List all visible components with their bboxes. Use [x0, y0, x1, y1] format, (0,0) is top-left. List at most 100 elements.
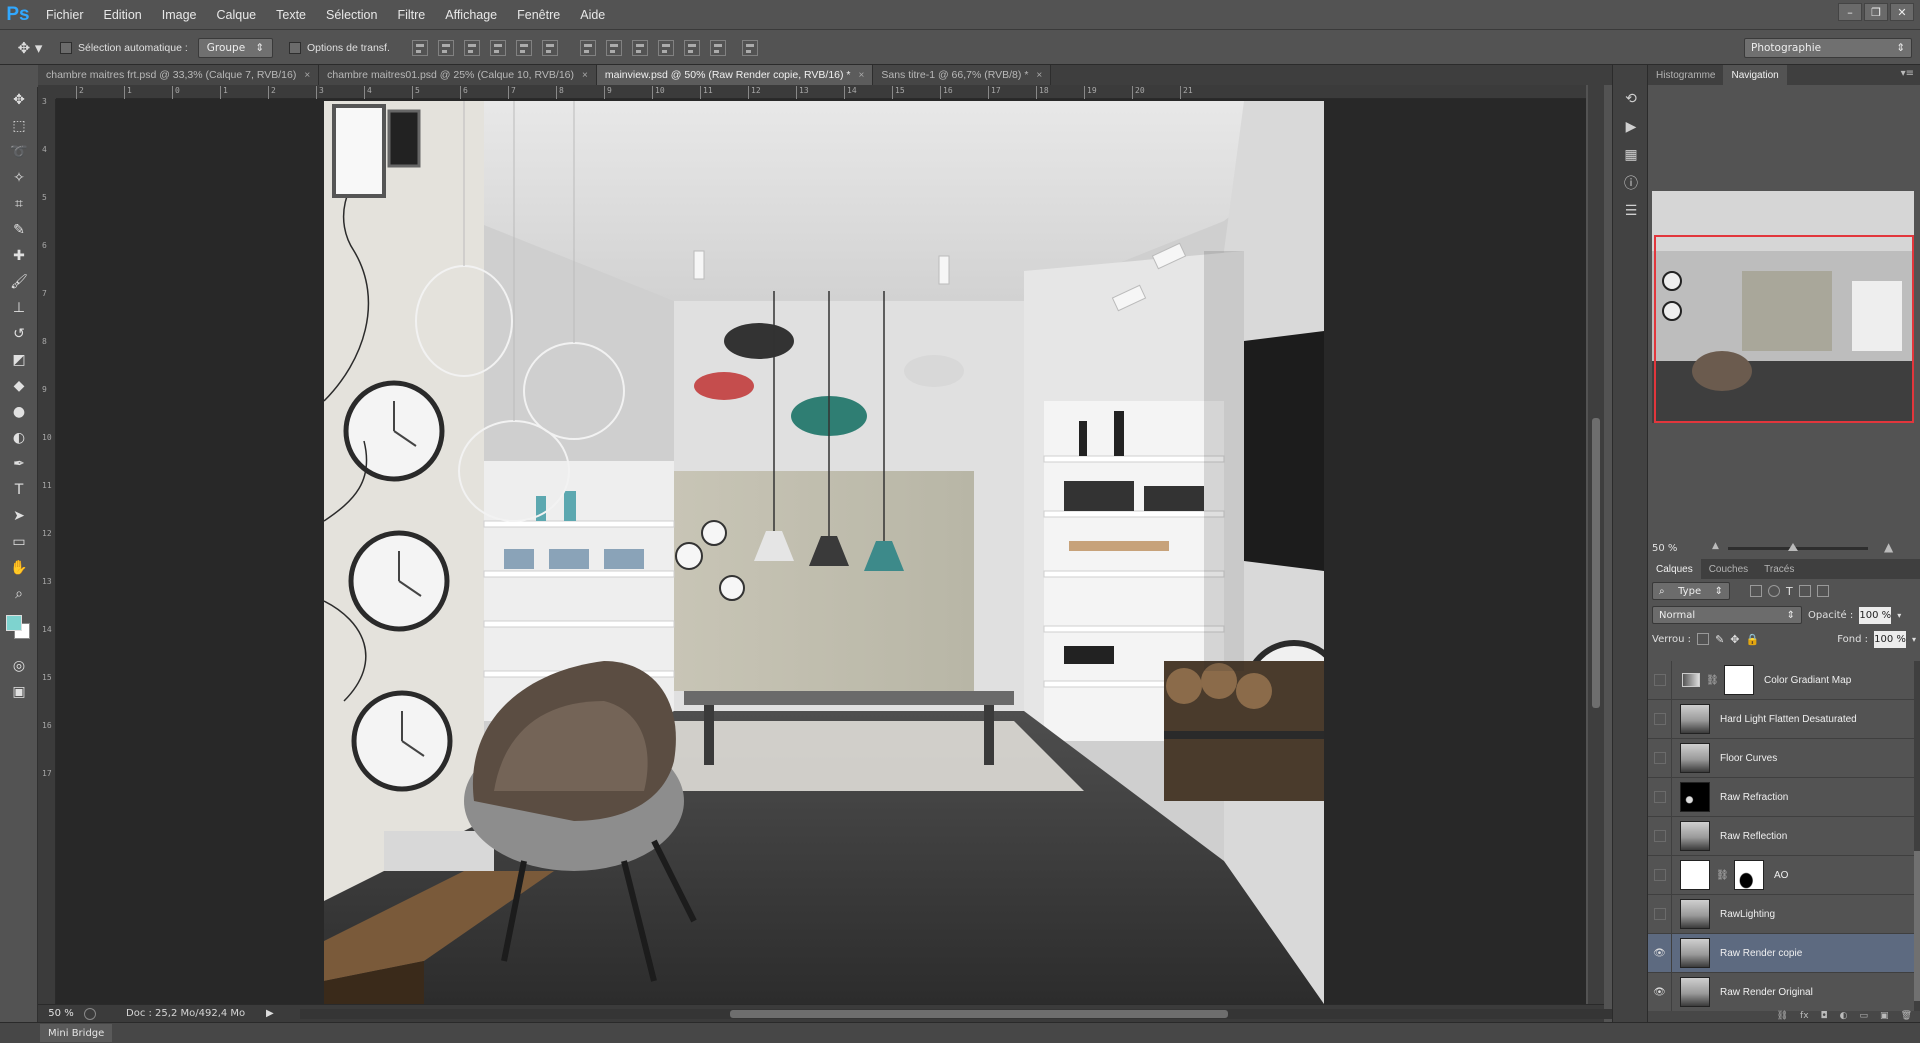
restore-button[interactable]: ❐	[1864, 3, 1888, 21]
lasso-tool-icon[interactable]: ➰	[0, 139, 38, 165]
history-brush-tool-icon[interactable]: ↺	[0, 321, 38, 347]
eye-icon[interactable]: 👁	[1648, 972, 1672, 1011]
menu-item[interactable]: Filtre	[387, 0, 435, 30]
info-panel-icon[interactable]: ⓘ	[1613, 169, 1649, 197]
path-selection-tool-icon[interactable]: ➤	[0, 503, 38, 529]
rectangle-tool-icon[interactable]: ▭	[0, 529, 38, 555]
new-adjustment-icon[interactable]: ◐	[1840, 1011, 1848, 1022]
visibility-toggle-empty-icon[interactable]	[1648, 894, 1672, 934]
close-tab-icon[interactable]: ×	[1036, 70, 1042, 81]
properties-panel-icon[interactable]: ▦	[1613, 141, 1649, 169]
layers-scrollbar[interactable]	[1914, 661, 1920, 1011]
document-tab[interactable]: Sans titre-1 @ 66,7% (RVB/8) * ×	[873, 65, 1052, 85]
align-vcenter-icon[interactable]	[437, 39, 454, 56]
eraser-tool-icon[interactable]: ◩	[0, 347, 38, 373]
navigator-view-frame[interactable]	[1654, 235, 1914, 423]
align-hcenter-icon[interactable]	[515, 39, 532, 56]
foreground-color-swatch[interactable]	[6, 615, 22, 631]
menu-item[interactable]: Calque	[207, 0, 267, 30]
pen-tool-icon[interactable]: ✒	[0, 451, 38, 477]
workspace-dropdown[interactable]: Photographie ⇕	[1744, 38, 1912, 58]
canvas-horizontal-scrollbar[interactable]	[300, 1009, 1620, 1019]
screen-mode-icon[interactable]: ▣	[0, 679, 38, 705]
navigator-zoom-value[interactable]: 50 %	[1648, 543, 1688, 554]
layer-row[interactable]: Raw Refraction	[1648, 777, 1914, 817]
minimize-button[interactable]: –	[1838, 3, 1862, 21]
dodge-tool-icon[interactable]: ◐	[0, 425, 38, 451]
align-top-icon[interactable]	[411, 39, 428, 56]
auto-select-mode-dropdown[interactable]: Groupe ⇕	[197, 37, 273, 58]
layer-thumbnail[interactable]	[1724, 665, 1754, 695]
menu-item[interactable]: Fichier	[36, 0, 94, 30]
auto-align-icon[interactable]	[741, 39, 758, 56]
visibility-toggle-empty-icon[interactable]	[1648, 855, 1672, 895]
navigator-zoom-slider[interactable]	[1728, 543, 1868, 551]
menu-item[interactable]: Sélection	[316, 0, 387, 30]
move-tool-icon[interactable]: ✥	[0, 87, 38, 113]
mask-link-icon[interactable]: ⛓	[1706, 675, 1719, 686]
fill-field[interactable]: 100 %	[1873, 630, 1906, 648]
zoom-out-icon[interactable]: ▲	[1712, 541, 1719, 551]
tab-channels[interactable]: Couches	[1701, 559, 1756, 579]
blur-tool-icon[interactable]: ●	[0, 399, 38, 425]
layer-row[interactable]: ⛓ AO	[1648, 855, 1914, 895]
layer-row[interactable]: RawLighting	[1648, 894, 1914, 934]
layer-thumbnail[interactable]	[1680, 782, 1710, 812]
layer-thumbnail[interactable]	[1680, 821, 1710, 851]
close-tab-icon[interactable]: ×	[304, 70, 310, 81]
layer-row[interactable]: ⛓ Color Gradiant Map	[1648, 661, 1914, 700]
healing-brush-tool-icon[interactable]: ✚	[0, 243, 38, 269]
auto-select-option[interactable]: Sélection automatique :	[60, 41, 188, 54]
magic-wand-tool-icon[interactable]: ✧	[0, 165, 38, 191]
filter-adjustment-icon[interactable]	[1768, 585, 1780, 597]
filter-pixel-icon[interactable]	[1750, 585, 1762, 597]
zoom-slider-knob[interactable]	[1788, 543, 1798, 551]
layer-row[interactable]: Floor Curves	[1648, 738, 1914, 778]
layer-row[interactable]: Raw Reflection	[1648, 816, 1914, 856]
move-tool-preset-icon[interactable]: ✥ ▾	[0, 31, 60, 65]
layer-row[interactable]: 👁 Raw Render copie	[1648, 933, 1914, 973]
visibility-toggle-empty-icon[interactable]	[1648, 661, 1672, 700]
zoom-level-field[interactable]: 50 %	[38, 1008, 84, 1019]
marquee-tool-icon[interactable]: ⬚	[0, 113, 38, 139]
layer-row[interactable]: 👁 Raw Render Original	[1648, 972, 1914, 1011]
filter-shape-icon[interactable]	[1798, 585, 1811, 597]
visibility-toggle-empty-icon[interactable]	[1648, 816, 1672, 856]
hand-tool-icon[interactable]: ✋	[0, 555, 38, 581]
align-bottom-icon[interactable]	[463, 39, 480, 56]
lock-all-icon[interactable]: 🔒	[1746, 633, 1760, 646]
distribute-top-icon[interactable]	[579, 39, 596, 56]
panel-menu-icon[interactable]: ▾≡	[1901, 68, 1914, 79]
align-left-icon[interactable]	[489, 39, 506, 56]
close-tab-icon[interactable]: ×	[859, 70, 865, 81]
tab-layers[interactable]: Calques	[1648, 559, 1701, 579]
visibility-toggle-empty-icon[interactable]	[1648, 777, 1672, 817]
menu-item[interactable]: Fenêtre	[507, 0, 570, 30]
layer-thumbnail[interactable]	[1680, 977, 1710, 1007]
mask-link-icon[interactable]: ⛓	[1716, 870, 1729, 881]
menu-item[interactable]: Edition	[94, 0, 152, 30]
visibility-toggle-empty-icon[interactable]	[1648, 738, 1672, 778]
distribute-bottom-icon[interactable]	[631, 39, 648, 56]
close-tab-icon[interactable]: ×	[582, 70, 588, 81]
ruler-origin[interactable]	[38, 85, 56, 99]
distribute-vcenter-icon[interactable]	[605, 39, 622, 56]
layer-thumbnail[interactable]	[1680, 899, 1710, 929]
layer-thumbnail[interactable]	[1680, 938, 1710, 968]
delete-layer-icon[interactable]: 🗑	[1901, 1011, 1912, 1022]
tab-navigation[interactable]: Navigation	[1723, 65, 1787, 85]
canvas-vertical-scrollbar[interactable]	[1588, 85, 1604, 1004]
layer-thumbnail[interactable]	[1680, 743, 1710, 773]
vertical-scroll-thumb[interactable]	[1592, 418, 1600, 708]
tab-histogram[interactable]: Histogramme	[1648, 65, 1723, 85]
history-panel-icon[interactable]: ⟲	[1613, 85, 1649, 113]
menu-item[interactable]: Aide	[570, 0, 615, 30]
tab-paths[interactable]: Tracés	[1756, 559, 1802, 579]
clone-stamp-tool-icon[interactable]: ⊥	[0, 295, 38, 321]
eye-icon[interactable]: 👁	[1648, 933, 1672, 973]
distribute-right-icon[interactable]	[709, 39, 726, 56]
layer-thumbnail[interactable]	[1680, 860, 1710, 890]
lock-position-icon[interactable]: ✥	[1730, 633, 1739, 646]
opacity-slider-arrow-icon[interactable]: ▾	[1897, 611, 1901, 620]
document-image[interactable]	[324, 101, 1324, 1004]
